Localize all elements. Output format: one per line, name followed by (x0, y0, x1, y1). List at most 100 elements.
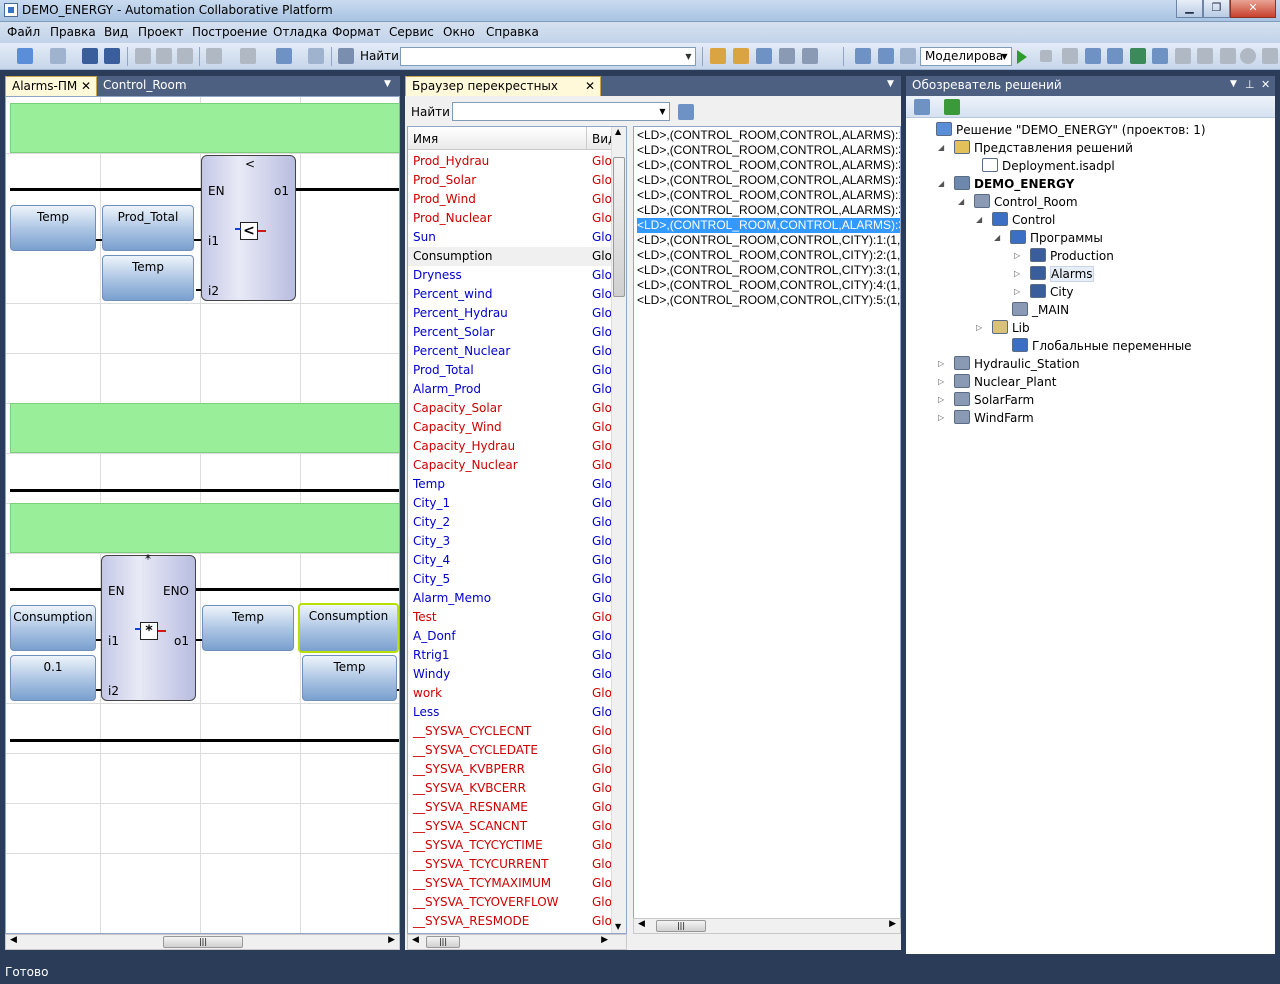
tree-node[interactable]: _MAIN (1012, 302, 1069, 320)
xref-name-row[interactable]: Consumption Glo (408, 247, 612, 266)
chevron-down-icon[interactable]: ▼ (998, 48, 1011, 65)
chevron-down-icon[interactable]: ▼ (384, 79, 391, 89)
navigate-back-icon[interactable] (276, 48, 292, 64)
xref-reference-row[interactable]: <LD>,(CONTROL_ROOM,CONTROL,ALARMS):1:(4 (637, 188, 900, 203)
ld-editor-canvas[interactable]: Temp Prod_Total Temp < EN o1 i1 i2 < Con… (5, 96, 400, 934)
scrollbar-thumb[interactable]: ||| (426, 936, 460, 948)
expanded-arrow-icon[interactable]: ◢ (938, 143, 944, 152)
xref-search-icon[interactable] (678, 104, 694, 120)
xref-name-row[interactable]: City_1 Glo (408, 494, 612, 513)
xref-name-row[interactable]: __SYSVA_KVBCERR Glo (408, 779, 612, 798)
menu-help[interactable]: Справка (486, 25, 539, 39)
xref-name-row[interactable]: __SYSVA_RESNAME Glo (408, 798, 612, 817)
xref-find-input[interactable]: ▼ (452, 102, 670, 121)
chevron-down-icon[interactable]: ▼ (656, 103, 669, 120)
xref-name-row[interactable]: Prod_Nuclear Glo (408, 209, 612, 228)
maximize-button[interactable]: ❐ (1203, 0, 1230, 18)
xref-reference-row[interactable]: <LD>,(CONTROL_ROOM,CONTROL,CITY):3:(1,10… (637, 263, 900, 278)
xref-name-row[interactable]: City_4 Glo (408, 551, 612, 570)
settings-icon[interactable] (1240, 48, 1256, 64)
tree-node[interactable]: ◢ Control_Room (958, 194, 1078, 212)
expanded-arrow-icon[interactable]: ◢ (938, 179, 944, 188)
xref-name-row[interactable]: Sun Glo (408, 228, 612, 247)
variable-block-constant[interactable]: 0.1 (10, 655, 96, 701)
menu-project[interactable]: Проект (138, 25, 184, 39)
tree-node[interactable]: ◢ Представления решений (938, 140, 1133, 158)
toolbox-icon[interactable] (733, 48, 749, 64)
step-into-icon[interactable] (1085, 48, 1101, 64)
collapsed-arrow-icon[interactable]: ▷ (938, 377, 944, 386)
pin-icon[interactable]: ⊥ (1245, 78, 1255, 91)
expanded-arrow-icon[interactable]: ◢ (994, 233, 1000, 242)
xref-name-row[interactable]: __SYSVA_RESMODE Glo (408, 912, 612, 931)
variable-block-temp[interactable]: Temp (102, 255, 194, 301)
xref-name-row[interactable]: Capacity_Nuclear Glo (408, 456, 612, 475)
xref-name-row[interactable]: City_3 Glo (408, 532, 612, 551)
start-icon[interactable] (1017, 50, 1027, 64)
xref-name-row[interactable]: __SYSVA_TCYMAXIMUM Glo (408, 874, 612, 893)
options-icon[interactable] (1262, 48, 1278, 64)
menu-view[interactable]: Вид (104, 25, 128, 39)
xref-references-list[interactable]: <LD>,(CONTROL_ROOM,CONTROL,ALARMS):1:(4 <… (633, 126, 901, 934)
compare-icon[interactable] (1197, 48, 1213, 64)
tree-node[interactable]: ▷ Alarms (1014, 266, 1094, 284)
watch-icon[interactable] (1107, 48, 1123, 64)
xref-reference-row[interactable]: <LD>,(CONTROL_ROOM,CONTROL,ALARMS):1:(4 (637, 128, 900, 143)
menu-file[interactable]: Файл (7, 25, 40, 39)
xref-name-row[interactable]: City_5 Glo (408, 570, 612, 589)
refresh-icon[interactable] (944, 99, 960, 115)
expanded-arrow-icon[interactable]: ◢ (976, 215, 982, 224)
chevron-down-icon[interactable]: ▼ (1230, 79, 1237, 89)
grid-icon[interactable] (855, 48, 871, 64)
tree-node[interactable]: Решение "DEMO_ENERGY" (проектов: 1) (936, 122, 1206, 140)
tools-icon[interactable] (779, 48, 795, 64)
xref-name-row[interactable]: __SYSVA_CYCLEDATE Glo (408, 741, 612, 760)
xref-reference-row[interactable]: <LD>,(CONTROL_ROOM,CONTROL,ALARMS):3:(5 (637, 203, 900, 218)
upload-icon[interactable] (1175, 48, 1191, 64)
navigate-forward-icon[interactable] (308, 48, 324, 64)
variable-block-temp[interactable]: Temp (10, 205, 96, 251)
xref-reference-row[interactable]: <LD>,(CONTROL_ROOM,CONTROL,ALARMS):3:(8 (637, 158, 900, 173)
explorer-icon[interactable] (756, 48, 772, 64)
xref-name-row[interactable]: __SYSVA_TCYCYCTIME Glo (408, 836, 612, 855)
menu-debug[interactable]: Отладка (273, 25, 327, 39)
close-icon[interactable]: ✕ (81, 79, 91, 93)
xref-reference-row[interactable]: <LD>,(CONTROL_ROOM,CONTROL,CITY):5:(1,18… (637, 293, 900, 308)
add-item-icon[interactable] (50, 48, 66, 64)
xref-name-row[interactable]: __SYSVA_TCYOVERFLOW Glo (408, 893, 612, 912)
menu-format[interactable]: Формат (332, 25, 381, 39)
names-vertical-scrollbar[interactable]: ▲ ▼ (611, 127, 626, 933)
xref-name-row[interactable]: Capacity_Solar Glo (408, 399, 612, 418)
xref-name-row[interactable]: Rtrig1 Glo (408, 646, 612, 665)
collapsed-arrow-icon[interactable]: ▷ (938, 413, 944, 422)
menu-tools[interactable]: Сервис (389, 25, 434, 39)
collapsed-arrow-icon[interactable]: ▷ (976, 323, 982, 332)
xref-name-row[interactable]: Alarm_Prod Glo (408, 380, 612, 399)
tree-node[interactable]: ▷ WindFarm (938, 410, 1034, 428)
chevron-down-icon[interactable]: ▼ (682, 48, 695, 65)
scrollbar-thumb[interactable]: ||| (163, 936, 243, 948)
xref-name-row[interactable]: Prod_Solar Glo (408, 171, 612, 190)
tree-node[interactable]: ▷ Nuclear_Plant (938, 374, 1056, 392)
chevron-down-icon[interactable]: ▼ (887, 79, 894, 89)
expanded-arrow-icon[interactable]: ◢ (958, 197, 964, 206)
tree-node[interactable]: ▷ Hydraulic_Station (938, 356, 1080, 374)
extensions-icon[interactable] (802, 48, 818, 64)
close-button[interactable]: ✕ (1230, 0, 1276, 18)
variable-block-temp[interactable]: Temp (302, 655, 397, 701)
tree-node[interactable]: ▷ SolarFarm (938, 392, 1034, 410)
menu-edit[interactable]: Правка (50, 25, 96, 39)
collapsed-arrow-icon[interactable]: ▷ (938, 395, 944, 404)
build-icon[interactable] (900, 48, 916, 64)
properties-icon[interactable] (710, 48, 726, 64)
xref-reference-row[interactable]: <LD>,(CONTROL_ROOM,CONTROL,CITY):4:(1,14… (637, 278, 900, 293)
close-icon[interactable]: ✕ (585, 79, 595, 93)
xref-name-row[interactable]: Prod_Total Glo (408, 361, 612, 380)
tree-node[interactable]: ▷ Lib (976, 320, 1030, 338)
tab-xref-browser[interactable]: Браузер перекрестных ссылок✕ (405, 76, 601, 107)
step-icon[interactable] (1062, 48, 1078, 64)
menu-window[interactable]: Окно (443, 25, 475, 39)
properties-icon[interactable] (914, 99, 930, 115)
paste-icon[interactable] (177, 48, 193, 64)
tree-node[interactable]: ◢ Control (976, 212, 1055, 230)
